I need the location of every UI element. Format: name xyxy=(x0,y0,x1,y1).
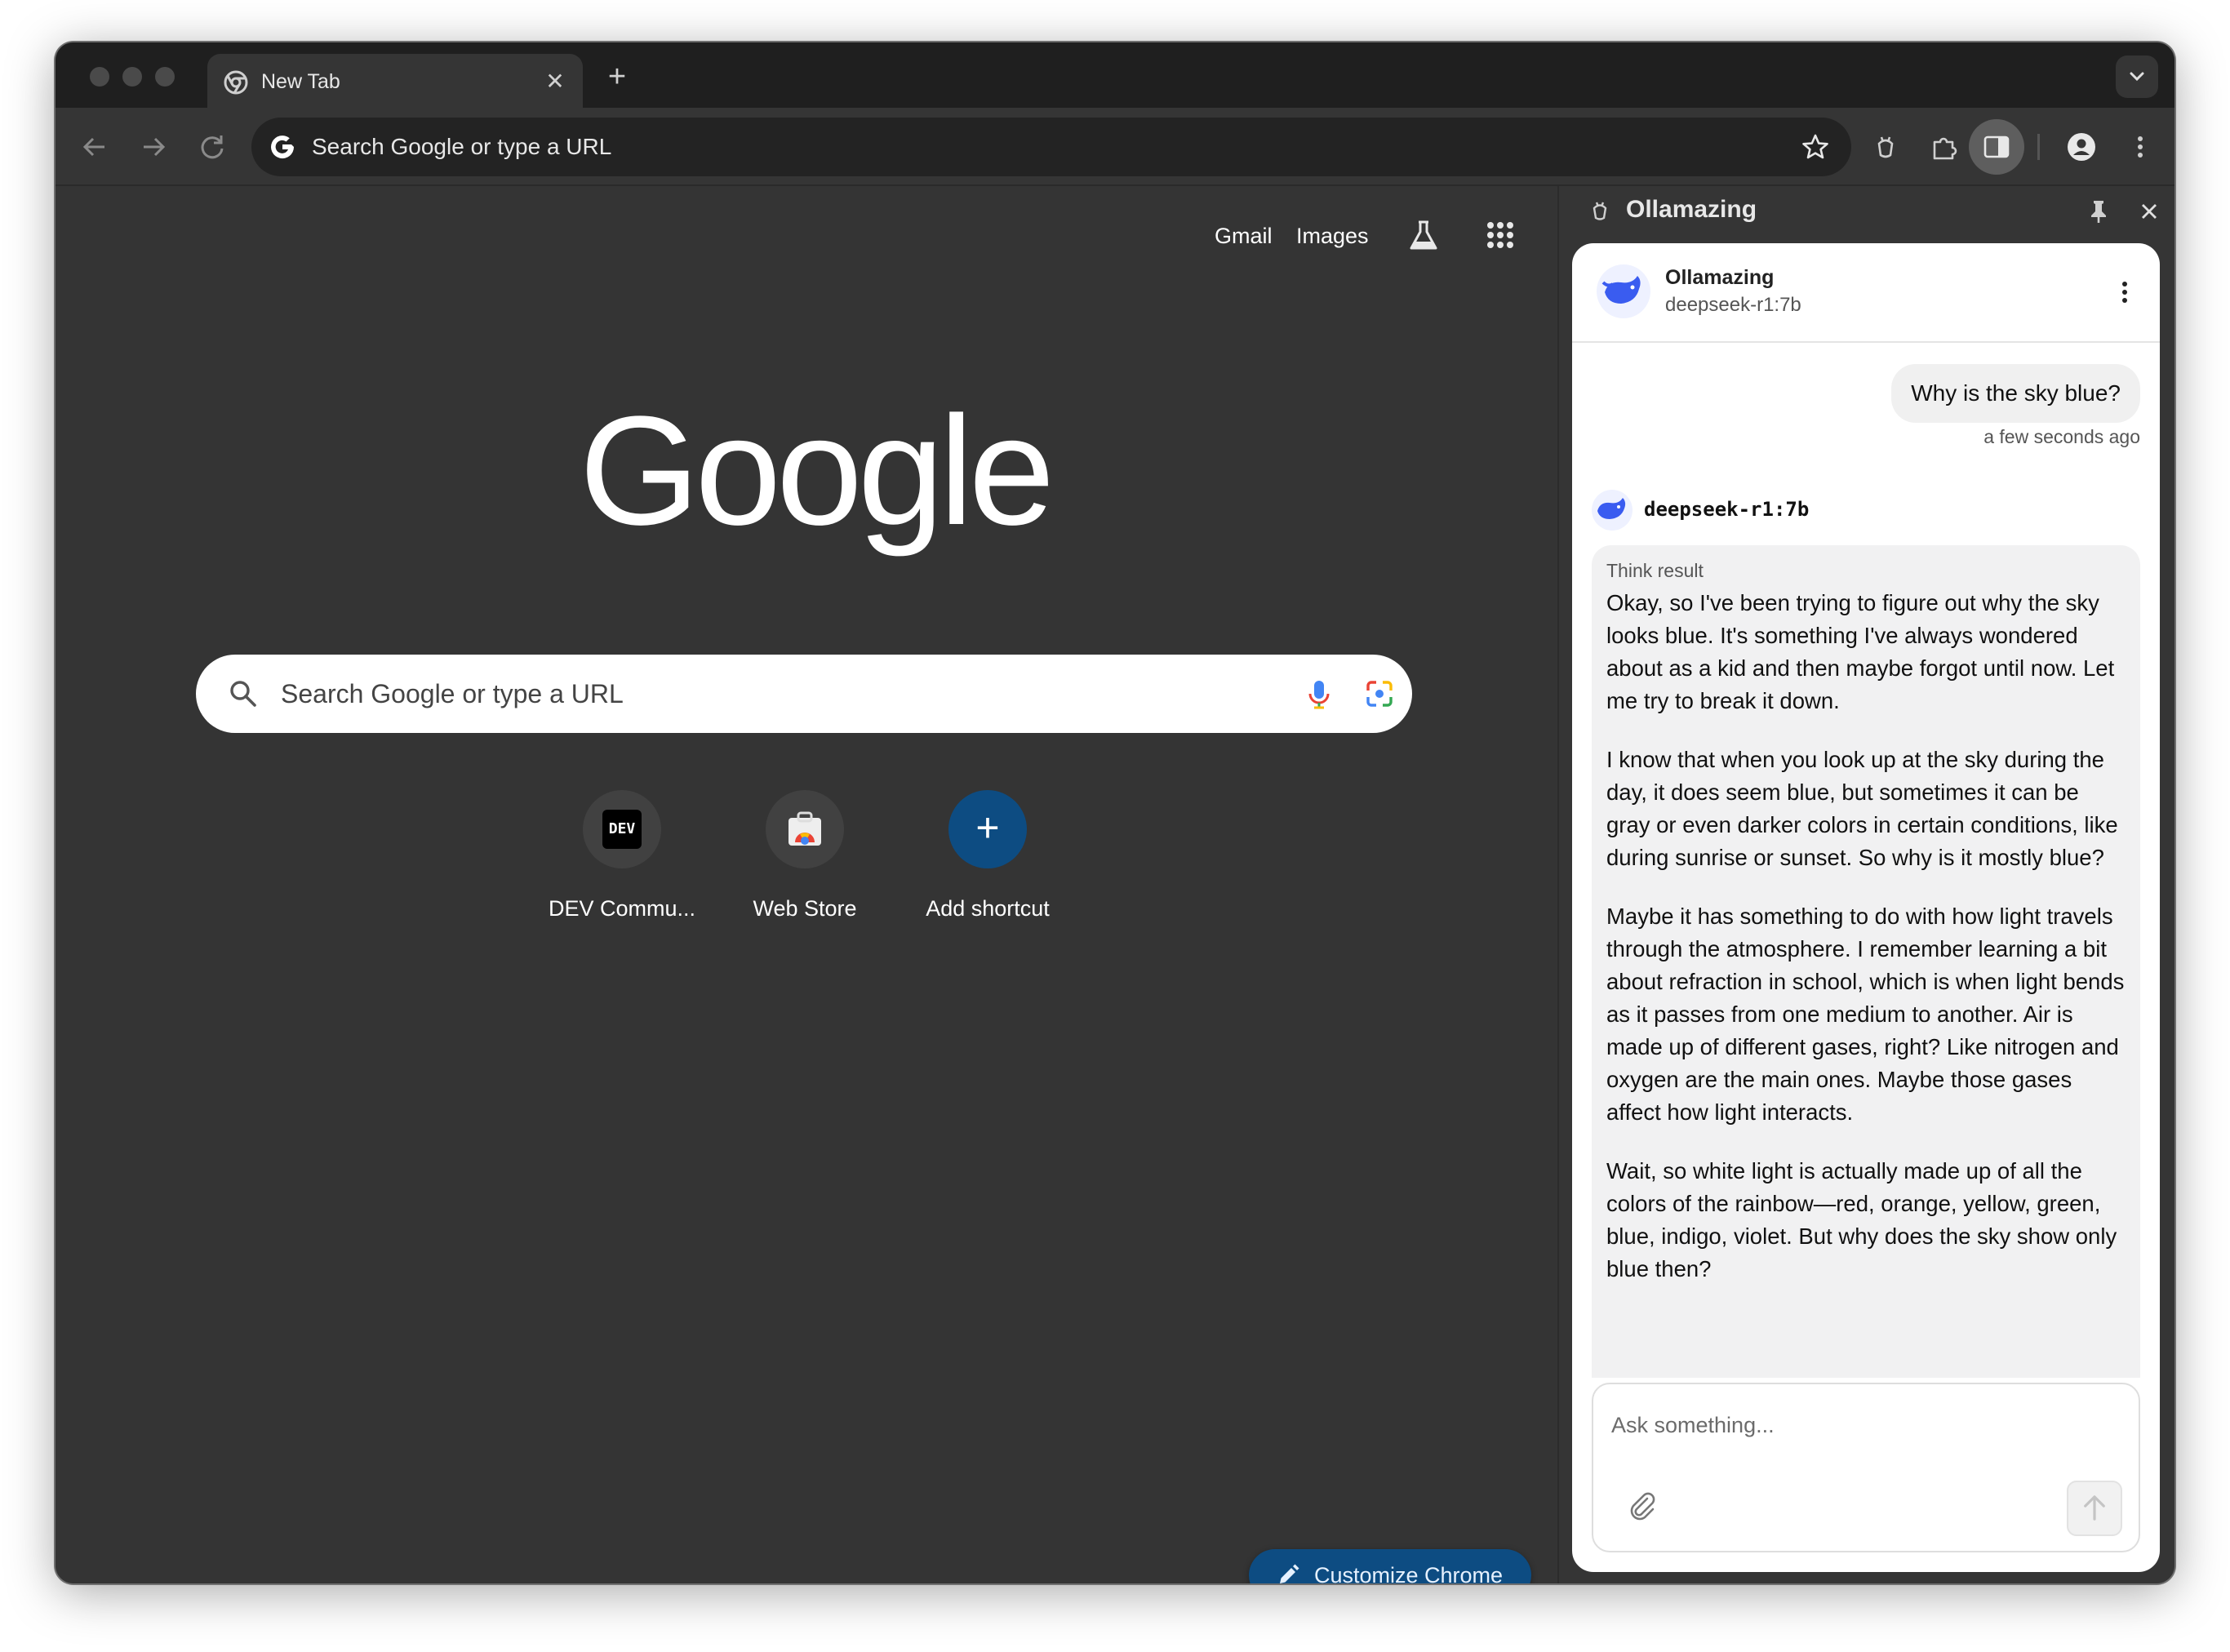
think-result: Think result Okay, so I've been trying t… xyxy=(1592,545,2140,1378)
ollamazing-icon xyxy=(1593,202,1607,220)
dev-logo-icon: DEV xyxy=(602,810,642,849)
close-icon[interactable] xyxy=(2135,198,2163,225)
chevron-down-icon xyxy=(2130,72,2144,82)
window-minimize-button[interactable] xyxy=(122,67,142,87)
paperclip-icon[interactable] xyxy=(1626,1489,1659,1521)
menu-kebab-icon[interactable] xyxy=(2124,131,2157,163)
lens-icon[interactable] xyxy=(1362,676,1397,712)
toolbar-separator xyxy=(2037,134,2040,160)
shortcut-add[interactable]: + Add shortcut xyxy=(906,790,1069,921)
gmail-link[interactable]: Gmail xyxy=(1215,224,1273,249)
pencil-icon xyxy=(1280,1564,1299,1583)
customize-chrome-button[interactable]: Customize Chrome xyxy=(1249,1549,1531,1583)
avatar xyxy=(1597,264,1650,318)
google-g-icon xyxy=(271,135,295,159)
chat-header-name: Ollamazing xyxy=(1665,266,1775,289)
window-close-button[interactable] xyxy=(90,67,109,87)
window-zoom-button[interactable] xyxy=(155,67,175,87)
user-message: Why is the sky blue? xyxy=(1891,364,2140,423)
side-panel-icon xyxy=(1983,135,2010,158)
back-button[interactable] xyxy=(77,129,113,165)
images-link[interactable]: Images xyxy=(1296,224,1369,249)
puzzle-icon[interactable] xyxy=(1928,131,1961,163)
plus-icon: + xyxy=(975,805,1000,850)
star-icon[interactable] xyxy=(1801,132,1830,162)
arrow-up-icon xyxy=(2084,1495,2105,1521)
apps-grid-icon[interactable] xyxy=(1481,215,1520,255)
profile-button[interactable] xyxy=(2065,131,2098,163)
shortcut-icon-circle xyxy=(766,790,844,868)
new-tab-page: Gmail Images Google Search Google or typ… xyxy=(56,186,1557,1583)
search-placeholder: Search Google or type a URL xyxy=(281,679,624,708)
whale-logo-icon xyxy=(1601,276,1641,304)
shortcut-label: DEV Commu... xyxy=(548,896,696,921)
omnibox[interactable]: Search Google or type a URL xyxy=(251,118,1851,176)
omnibox-text: Search Google or type a URL xyxy=(312,134,612,159)
shortcut-icon-circle: DEV xyxy=(583,790,661,868)
think-paragraph: Wait, so white light is actually made up… xyxy=(1606,1158,2117,1281)
whale-logo-icon xyxy=(1597,498,1626,519)
mic-icon[interactable] xyxy=(1301,676,1337,712)
chat-input[interactable] xyxy=(1611,1409,2117,1441)
shortcut-label: Add shortcut xyxy=(926,896,1050,921)
side-panel-button[interactable] xyxy=(1969,119,2024,175)
composer xyxy=(1592,1383,2140,1552)
think-result-label: Think result xyxy=(1606,560,1704,581)
think-paragraph: Okay, so I've been trying to figure out … xyxy=(1606,590,2115,713)
shortcut-label: Web Store xyxy=(753,896,857,921)
think-paragraph: Maybe it has something to do with how li… xyxy=(1606,904,2125,1125)
pin-icon[interactable] xyxy=(2085,198,2112,225)
think-paragraph: I know that when you look up at the sky … xyxy=(1606,747,2118,870)
shortcut-web-store[interactable]: Web Store xyxy=(723,790,886,921)
message-timestamp: a few seconds ago xyxy=(1983,426,2140,447)
customize-chrome-label: Customize Chrome xyxy=(1314,1563,1504,1583)
side-panel-title: Ollamazing xyxy=(1626,196,1757,223)
bot-avatar xyxy=(1592,490,1633,531)
forward-button[interactable] xyxy=(135,129,171,165)
google-logo: Google xyxy=(580,390,1051,557)
chat-header-model: deepseek-r1:7b xyxy=(1665,294,1801,316)
shortcut-icon-circle: + xyxy=(948,790,1027,868)
reload-button[interactable] xyxy=(194,129,230,165)
ollamazing-extension-icon[interactable] xyxy=(1869,131,1902,163)
tab-search-button[interactable] xyxy=(2116,56,2158,98)
tab-close-icon[interactable]: ✕ xyxy=(542,69,568,95)
search-icon xyxy=(230,681,256,707)
chat-card: Ollamazing deepseek-r1:7b Why is the sky… xyxy=(1572,243,2160,1572)
toolbar: Search Google or type a URL xyxy=(56,108,2174,186)
bot-name: deepseek-r1:7b xyxy=(1644,498,1810,521)
svg-text:Google: Google xyxy=(580,390,1051,557)
chat-header: Ollamazing deepseek-r1:7b xyxy=(1572,243,2160,343)
kebab-menu-icon[interactable] xyxy=(2112,276,2137,309)
search-box[interactable]: Search Google or type a URL xyxy=(196,655,1412,733)
chrome-icon xyxy=(224,70,248,95)
tab-title: New Tab xyxy=(261,70,340,93)
shortcut-dev-community[interactable]: DEV DEV Commu... xyxy=(540,790,704,921)
web-store-icon xyxy=(788,811,821,846)
title-bar: New Tab ✕ + xyxy=(56,42,2174,108)
flask-icon[interactable] xyxy=(1404,215,1443,255)
new-tab-button[interactable]: + xyxy=(601,60,633,93)
tab-new-tab[interactable]: New Tab ✕ xyxy=(207,54,583,108)
send-button[interactable] xyxy=(2067,1481,2122,1536)
